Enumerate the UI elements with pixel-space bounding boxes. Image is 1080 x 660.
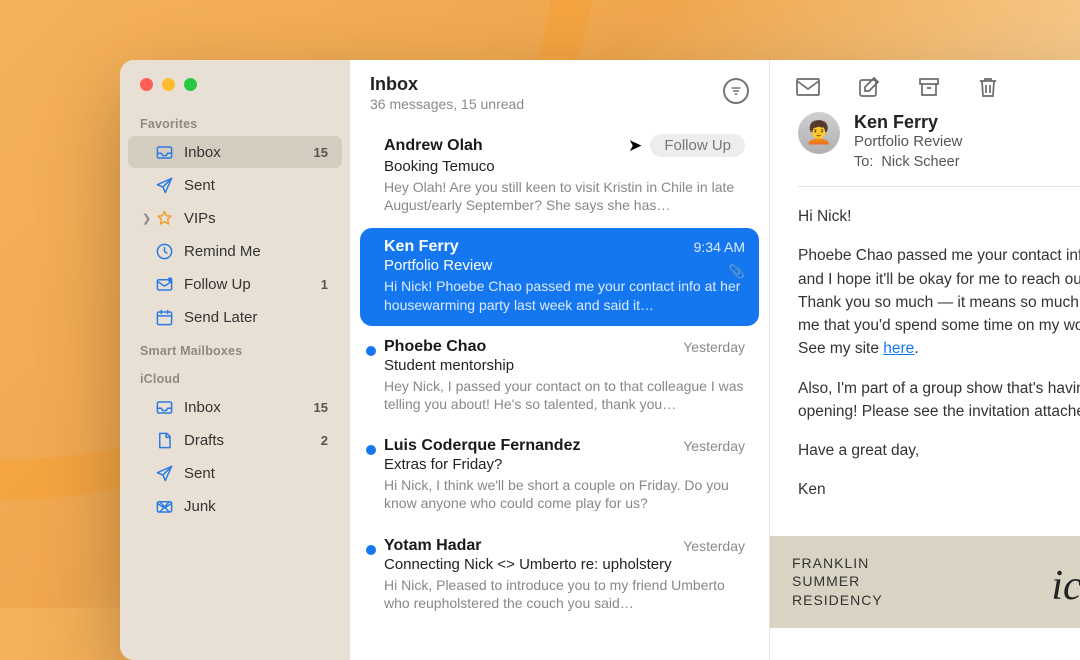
message-subject: Booking Temuco [384,158,745,175]
sidebar-item-label: Junk [184,498,328,515]
send-icon [154,175,174,195]
message-preview: Hi Nick, Pleased to introduce you to my … [384,576,745,612]
reader-to: To: Nick Scheer [854,154,962,170]
sidebar-item-label: Remind Me [184,243,328,260]
sidebar-item-badge: 1 [321,277,328,292]
message-time: Yesterday [683,339,745,355]
message-item[interactable]: Yotam Hadar Yesterday Connecting Nick <> U… [360,527,759,624]
sidebar-item-badge: 2 [321,433,328,448]
sidebar-item-label: Follow Up [184,276,321,293]
sidebar-item-inbox[interactable]: Inbox15 [128,391,342,423]
clock-icon [154,241,174,261]
compose-icon[interactable] [858,76,880,98]
sidebar-item-junk[interactable]: Junk [128,490,342,522]
sidebar-item-badge: 15 [314,400,328,415]
sidebar-item-inbox[interactable]: Inbox15 [128,136,342,168]
window-controls [120,78,350,107]
doc-icon [154,430,174,450]
mail-window: FavoritesInbox15Sent❯VIPsRemind MeFollow… [120,60,1080,660]
message-item[interactable]: Phoebe Chao Yesterday Student mentorship He… [360,328,759,425]
sidebar-item-send-later[interactable]: Send Later [128,301,342,333]
sidebar-item-follow-up[interactable]: Follow Up1 [128,268,342,300]
message-tag: Follow Up [650,134,745,157]
message-time: Yesterday [683,438,745,454]
sidebar-item-sent[interactable]: Sent [128,169,342,201]
paperclip-icon: 📎 [729,264,745,280]
message-sender: Andrew Olah [384,137,483,155]
message-sender: Ken Ferry [384,238,459,256]
unread-dot-icon [366,346,376,356]
message-time: 9:34 AM [694,239,745,255]
sidebar-item-vips[interactable]: ❯ VIPs [128,202,342,234]
sidebar-section-label: iCloud [120,362,350,390]
cursor-icon: ➤ [628,136,642,156]
sidebar-item-sent[interactable]: Sent [128,457,342,489]
followup-icon [154,274,174,294]
junk-icon [154,496,174,516]
sidebar: FavoritesInbox15Sent❯VIPsRemind MeFollow… [120,60,350,660]
message-subject: Connecting Nick <> Umberto re: upholster… [384,556,745,573]
close-window-button[interactable] [140,78,153,91]
reader-toolbar [770,60,1080,112]
sidebar-item-label: Drafts [184,432,321,449]
message-time: Yesterday [683,538,745,554]
sidebar-item-label: Sent [184,177,328,194]
reader-subject: Portfolio Review [854,133,962,150]
avatar: 🧑‍🦱 [798,112,840,154]
message-sender: Yotam Hadar [384,537,482,555]
sidebar-item-label: Send Later [184,309,328,326]
message-subject: Portfolio Review [384,257,745,274]
sidebar-item-badge: 15 [314,145,328,160]
send-icon [154,463,174,483]
sidebar-item-remind-me[interactable]: Remind Me [128,235,342,267]
fullscreen-window-button[interactable] [184,78,197,91]
message-preview: Hi Nick, I think we'll be short a couple… [384,476,745,512]
unread-dot-icon [366,445,376,455]
sidebar-section-label: Smart Mailboxes [120,334,350,362]
tray-icon [154,397,174,417]
message-subject: Extras for Friday? [384,456,745,473]
tray-icon [154,142,174,162]
star-icon [154,208,174,228]
sidebar-item-label: Inbox [184,399,314,416]
sidebar-item-label: VIPs [184,210,328,227]
message-list-pane: Inbox 36 messages, 15 unread ➤ Andrew Ola… [350,60,770,660]
trash-icon[interactable] [978,76,998,98]
reader-pane: 🧑‍🦱 Ken Ferry Portfolio Review To: Nick … [770,60,1080,660]
sidebar-item-drafts[interactable]: Drafts2 [128,424,342,456]
archive-icon[interactable] [918,76,940,98]
unread-dot-icon [366,545,376,555]
reader-from: Ken Ferry [854,112,962,133]
attachment-preview[interactable]: FRANKLIN SUMMER RESIDENCY ics [770,536,1080,629]
minimize-window-button[interactable] [162,78,175,91]
sidebar-item-label: Sent [184,465,328,482]
message-item[interactable]: ➤ Andrew Olah Follow UpBooking Temuco Hey O… [360,124,759,226]
mailbox-subtitle: 36 messages, 15 unread [370,96,524,112]
body-link[interactable]: here [883,340,914,357]
message-preview: Hey Olah! Are you still keen to visit Kr… [384,178,745,214]
message-item[interactable]: Luis Coderque Fernandez Yesterday Extras f… [360,427,759,524]
message-subject: Student mentorship [384,357,745,374]
message-sender: Phoebe Chao [384,338,486,356]
sidebar-section-label: Favorites [120,107,350,135]
message-preview: Hey Nick, I passed your contact on to th… [384,377,745,413]
sidebar-item-label: Inbox [184,144,314,161]
calendar-icon [154,307,174,327]
envelope-icon[interactable] [796,77,820,97]
reader-body: Hi Nick! Phoebe Chao passed me your cont… [770,205,1080,518]
message-preview: Hi Nick! Phoebe Chao passed me your cont… [384,277,745,313]
message-item[interactable]: 📎 Ken Ferry 9:34 AM Portfolio Review Hi Nick… [360,228,759,325]
filter-button[interactable] [723,78,749,104]
chevron-right-icon: ❯ [142,212,152,225]
message-sender: Luis Coderque Fernandez [384,437,580,455]
mailbox-title: Inbox [370,74,524,95]
